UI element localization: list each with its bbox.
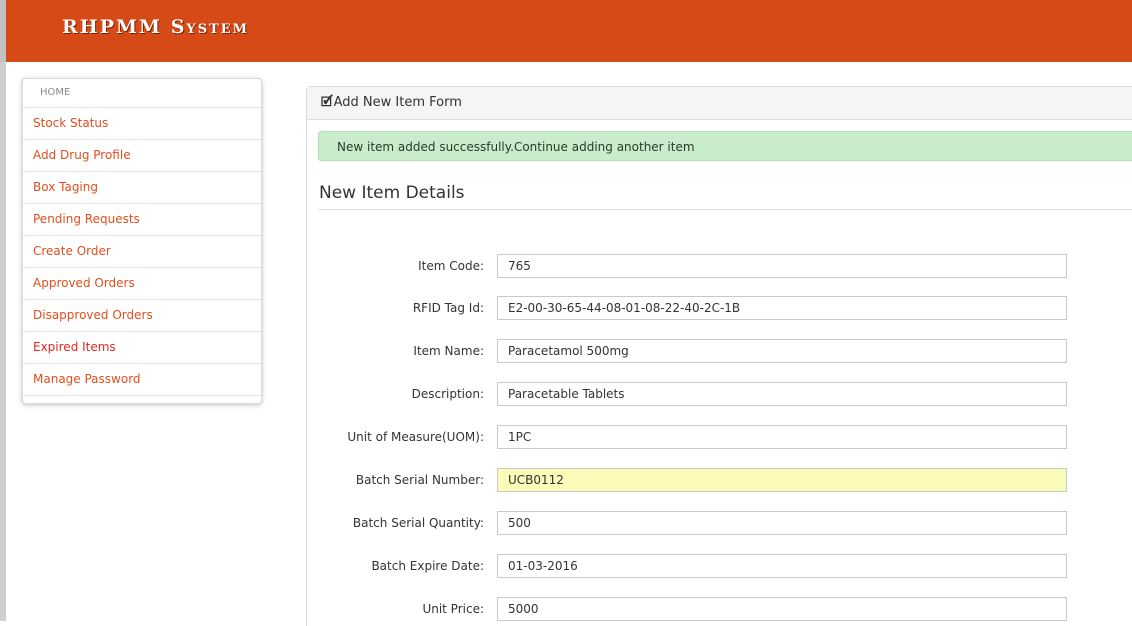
uom-label: Unit of Measure(UOM): — [347, 430, 484, 444]
batch-expire-date-label: Batch Expire Date: — [371, 559, 484, 573]
sidebar-item-create-order[interactable]: Create Order — [23, 236, 261, 268]
sidebar-item-approved-orders[interactable]: Approved Orders — [23, 268, 261, 300]
panel-title: Add New Item Form — [333, 95, 462, 110]
batch-serial-quantity-input[interactable]: 500 — [497, 511, 1067, 535]
sidebar-item-pending-requests[interactable]: Pending Requests — [23, 204, 261, 236]
panel-header: 🗹Add New Item Form — [307, 87, 1132, 120]
sidebar-item-expired-items[interactable]: Expired Items — [23, 332, 261, 364]
rfid-tag-label: RFID Tag Id: — [412, 301, 484, 315]
unit-price-input[interactable]: 5000 — [497, 597, 1067, 621]
success-alert: New item added successfully.Continue add… — [318, 131, 1132, 161]
item-code-input[interactable]: 765 — [497, 254, 1067, 278]
form-row-rfid-tag: RFID Tag Id: E2-00-30-65-44-08-01-08-22-… — [307, 296, 1132, 322]
form-row-item-code: Item Code: 765 — [307, 254, 1132, 280]
form-row-batch-serial-number: Batch Serial Number: UCB0112 — [307, 468, 1132, 494]
item-name-label: Item Name: — [413, 344, 484, 358]
batch-serial-quantity-label: Batch Serial Quantity: — [352, 516, 484, 530]
sidebar-home-label[interactable]: HOME — [23, 79, 261, 108]
add-item-panel: 🗹Add New Item Form New item added succes… — [306, 86, 1132, 626]
form-row-item-name: Item Name: Paracetamol 500mg — [307, 339, 1132, 365]
description-label: Description: — [411, 387, 484, 401]
form-row-unit-price: Unit Price: 5000 — [307, 597, 1132, 623]
batch-expire-date-input[interactable]: 01-03-2016 — [497, 554, 1067, 578]
description-input[interactable]: Paracetable Tablets — [497, 382, 1067, 406]
brand-title[interactable]: RHPMM System — [62, 16, 249, 38]
form-row-description: Description: Paracetable Tablets — [307, 382, 1132, 408]
top-header-bar: RHPMM System — [0, 0, 1132, 62]
batch-serial-number-label: Batch Serial Number: — [355, 473, 484, 487]
section-title: New Item Details — [319, 183, 465, 203]
edit-icon: 🗹 — [321, 95, 333, 110]
window-edge — [0, 62, 6, 621]
form-row-batch-serial-quantity: Batch Serial Quantity: 500 — [307, 511, 1132, 537]
uom-input[interactable]: 1PC — [497, 425, 1067, 449]
sidebar-item-manage-password[interactable]: Manage Password — [23, 364, 261, 396]
batch-serial-number-input[interactable]: UCB0112 — [497, 468, 1067, 492]
sidebar-item-add-drug-profile[interactable]: Add Drug Profile — [23, 140, 261, 172]
item-name-input[interactable]: Paracetamol 500mg — [497, 339, 1067, 363]
sidebar-item-stock-status[interactable]: Stock Status — [23, 108, 261, 140]
unit-price-label: Unit Price: — [422, 602, 484, 616]
form-row-batch-expire-date: Batch Expire Date: 01-03-2016 — [307, 554, 1132, 580]
form-row-uom: Unit of Measure(UOM): 1PC — [307, 425, 1132, 451]
item-code-label: Item Code: — [418, 259, 484, 273]
section-divider — [318, 209, 1132, 210]
rfid-tag-input[interactable]: E2-00-30-65-44-08-01-08-22-40-2C-1B — [497, 296, 1067, 320]
sidebar-item-box-taging[interactable]: Box Taging — [23, 172, 261, 204]
sidebar-nav: HOME Stock Status Add Drug Profile Box T… — [22, 78, 262, 404]
sidebar-item-disapproved-orders[interactable]: Disapproved Orders — [23, 300, 261, 332]
